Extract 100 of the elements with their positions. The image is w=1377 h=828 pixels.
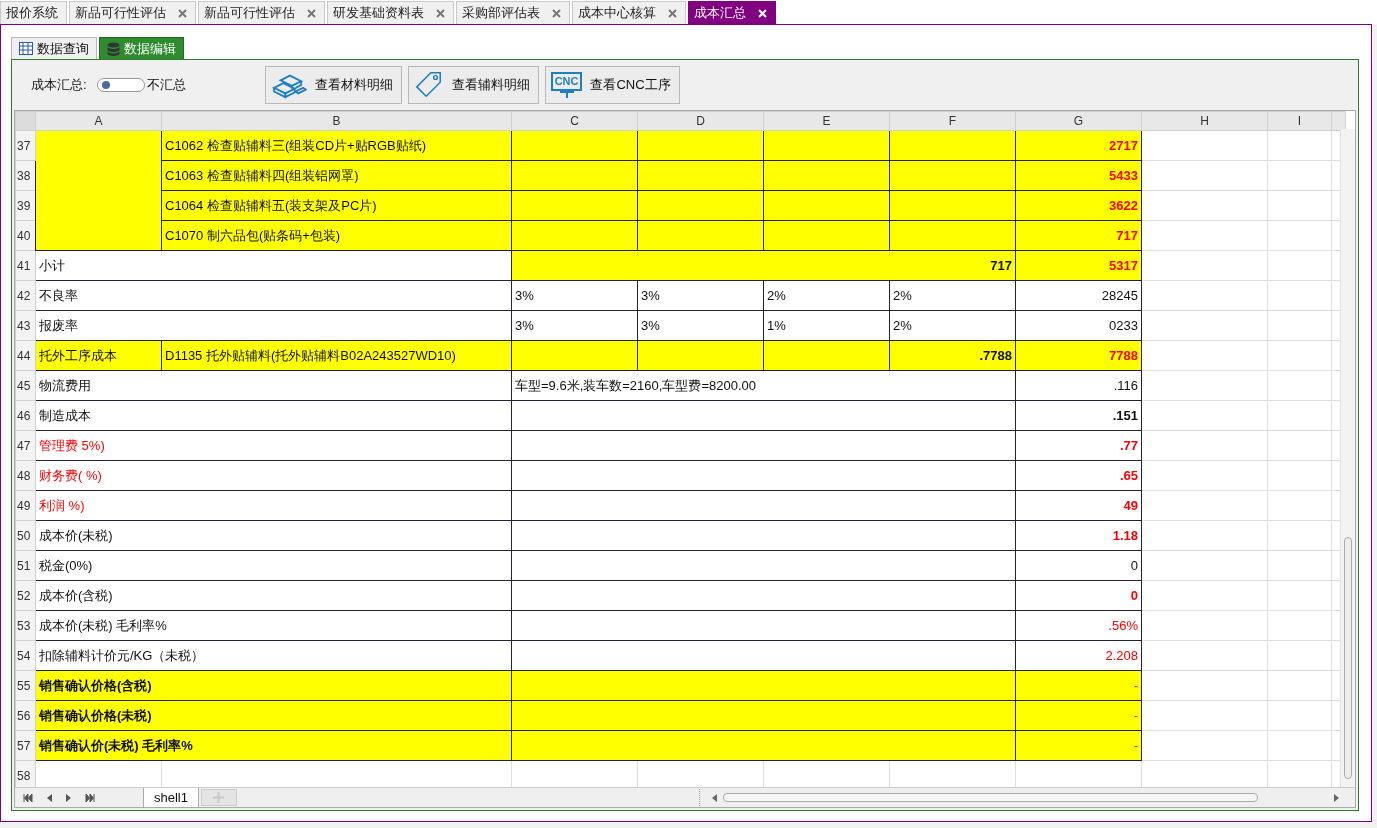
document-tab[interactable]: 成本汇总 [688,1,776,24]
table-cell: 2.208 [1015,640,1142,671]
table-cell: C1062 检查贴辅料三(组装CD片+贴RGB贴纸) [161,130,512,161]
toolbar-button[interactable]: 查看辅料明细 [407,66,539,104]
summary-toggle[interactable] [96,78,145,92]
table-cell: 托外工序成本 [35,340,162,371]
column-header[interactable]: C [511,111,638,131]
table-cell: 0 [1015,550,1142,581]
table-cell: - [1015,730,1142,761]
table-cell: 0 [1015,580,1142,611]
row-number[interactable]: 44 [15,340,36,371]
close-icon[interactable] [668,8,677,18]
row-number[interactable]: 40 [15,220,36,251]
row-number[interactable]: 49 [15,490,36,521]
scroll-left-icon[interactable] [711,793,717,802]
table-cell: 2% [889,310,1016,341]
view-tab[interactable]: 数据编辑 [99,37,184,59]
first-sheet-icon[interactable] [23,793,33,802]
table-cell: - [1015,670,1142,701]
table-cell: .65 [1015,460,1142,491]
view-tab[interactable]: 数据查询 [11,37,97,59]
document-tab[interactable]: 报价系统 [0,1,67,24]
row-number[interactable]: 57 [15,730,36,761]
row-number[interactable]: 43 [15,310,36,341]
row-number[interactable]: 52 [15,580,36,611]
table-icon [19,42,33,55]
document-tab[interactable]: 成本中心核算 [572,1,686,24]
table-cell: 2% [889,280,1016,311]
table-cell: 3% [511,280,638,311]
row-number[interactable]: 37 [15,130,36,161]
column-header[interactable]: H [1141,111,1268,131]
row-number[interactable]: 55 [15,670,36,701]
toolbar-button[interactable]: 查看材料明细 [264,66,402,104]
document-tab[interactable]: 采购部评估表 [456,1,570,24]
last-sheet-icon[interactable] [85,793,95,802]
close-icon[interactable] [307,8,316,18]
table-cell: 财务费( %) [35,460,512,491]
document-tab[interactable]: 研发基础资料表 [327,1,454,24]
database-icon [107,41,120,56]
table-cell: 2717 [1015,130,1142,161]
table-cell: 车型=9.6米,装车数=2160,车型费=8200.00 [511,370,1016,401]
table-cell: 7788 [1015,340,1142,371]
table-cell: .7788 [889,340,1016,371]
column-header[interactable]: A [35,111,162,131]
next-sheet-icon[interactable] [66,793,71,802]
row-number[interactable]: 41 [15,250,36,281]
close-icon[interactable] [436,8,445,18]
row-number[interactable]: 46 [15,400,36,431]
previous-sheet-icon[interactable] [47,793,52,802]
column-header[interactable]: F [889,111,1016,131]
table-cell: 销售确认价格(未税) [35,700,512,731]
table-cell: - [1015,700,1142,731]
table-cell: 物流费用 [35,370,512,401]
row-number[interactable]: 48 [15,460,36,491]
column-header[interactable]: B [161,111,512,131]
table-cell: 3% [637,310,764,341]
row-number[interactable]: 45 [15,370,36,401]
table-cell: 销售确认价格(含税) [35,670,512,701]
toolbar-button[interactable]: CNC 查看CNC工序 [544,66,680,104]
table-cell: C1070 制六品包(贴条码+包装) [161,220,512,251]
row-number[interactable]: 38 [15,160,36,191]
table-cell: 报废率 [35,310,512,341]
scroll-right-icon[interactable] [1334,793,1339,802]
table-cell: C1063 检查贴辅料四(组装铝网罩) [161,160,512,191]
toggle-label: 不汇总 [146,76,186,94]
row-number[interactable]: 50 [15,520,36,551]
document-tab[interactable]: 新品可行性评估 [198,1,325,24]
table-cell: .151 [1015,400,1142,431]
vertical-scrollbar[interactable] [1340,129,1355,787]
table-cell: 1% [763,310,890,341]
table-cell: 税金(0%) [35,550,512,581]
column-header[interactable]: E [763,111,890,131]
close-icon[interactable] [552,8,561,18]
row-number[interactable]: 56 [15,700,36,731]
row-number[interactable]: 54 [15,640,36,671]
table-cell: 利润 %) [35,490,512,521]
table-cell: 3622 [1015,190,1142,221]
row-number[interactable]: 51 [15,550,36,581]
row-number[interactable]: 42 [15,280,36,311]
column-header[interactable]: I [1267,111,1332,131]
table-cell: 717 [511,250,1016,281]
table-cell: 28245 [1015,280,1142,311]
column-header[interactable]: G [1015,111,1142,131]
table-cell: 制造成本 [35,400,512,431]
row-number[interactable]: 47 [15,430,36,461]
column-header[interactable]: D [637,111,764,131]
table-cell: 不良率 [35,280,512,311]
table-cell: 1.18 [1015,520,1142,551]
row-number[interactable]: 53 [15,610,36,641]
document-tab[interactable]: 新品可行性评估 [69,1,196,24]
sheet-tab[interactable]: shell1 [143,788,199,807]
table-cell: 成本价(含税) [35,580,512,611]
row-number[interactable]: 58 [15,760,36,787]
close-icon[interactable] [178,8,187,18]
table-cell: 0233 [1015,310,1142,341]
tag-icon [413,70,444,100]
plus-icon [213,792,225,803]
row-number[interactable]: 39 [15,190,36,221]
table-cell: 扣除辅料计价元/KG（未税） [35,640,512,671]
summary-label: 成本汇总: [31,76,87,94]
